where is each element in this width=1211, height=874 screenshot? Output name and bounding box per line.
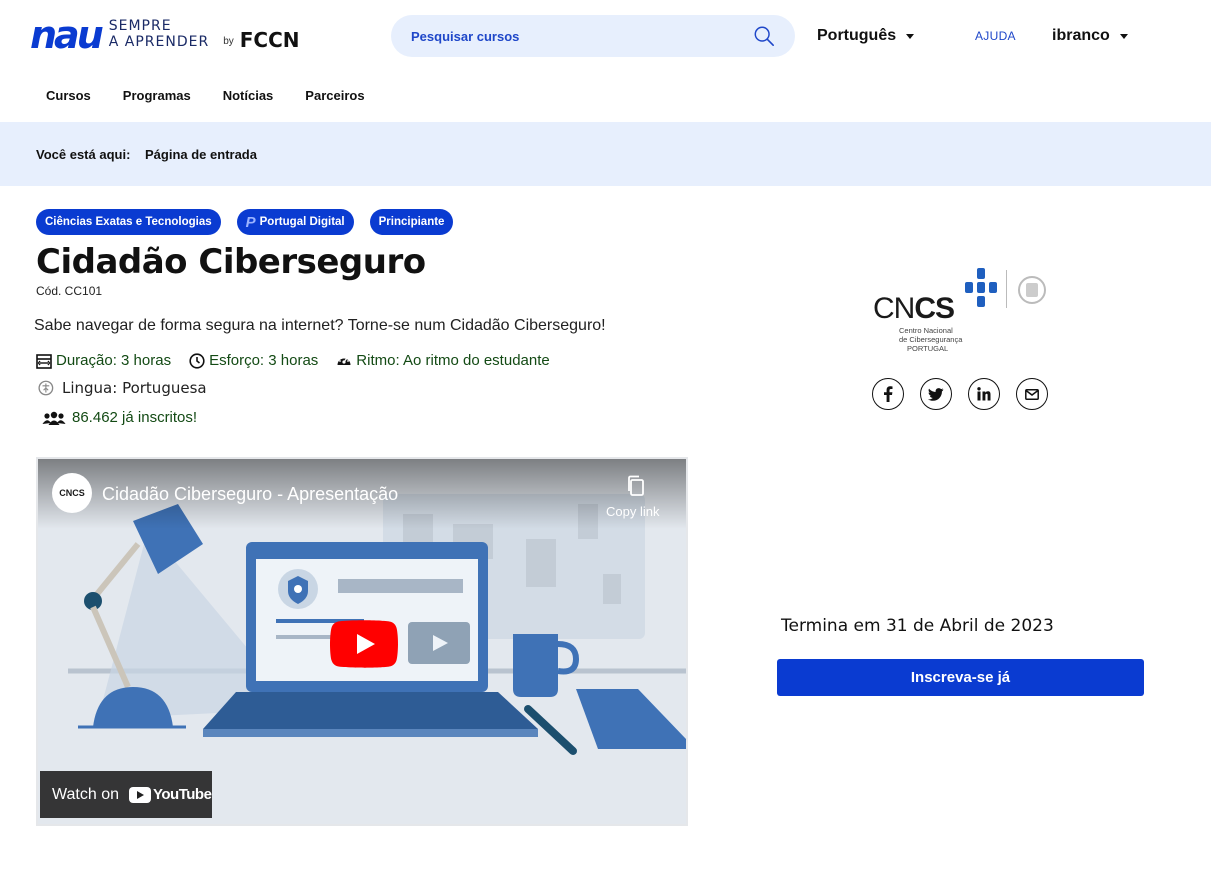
portugal-digital-icon: P xyxy=(245,213,256,231)
tag-label: Principiante xyxy=(378,216,445,228)
tag-category[interactable]: Ciências Exatas e Tecnologias xyxy=(36,209,221,235)
twitter-icon xyxy=(928,387,944,401)
course-code: Cód. CC101 xyxy=(36,284,103,298)
email-share-button[interactable] xyxy=(1016,378,1048,410)
linkedin-share-button[interactable] xyxy=(968,378,1000,410)
main-nav: Cursos Programas Notícias Parceiros xyxy=(30,88,381,103)
organization-acronym: CNCS xyxy=(873,292,955,325)
organization-fullname: Centro Nacional de Cibersegurança PORTUG… xyxy=(899,326,963,353)
course-tags: Ciências Exatas e Tecnologias P Portugal … xyxy=(36,209,454,235)
social-share xyxy=(872,378,1048,410)
tagline-line2: A APRENDER xyxy=(108,34,210,50)
calendar-icon xyxy=(36,353,52,369)
language-selector[interactable]: Português xyxy=(817,27,915,45)
username: ibranco xyxy=(1052,27,1110,44)
pace-info: Ritmo: Ao ritmo do estudante xyxy=(336,352,550,369)
site-logo[interactable]: nau SEMPRE A APRENDER by FCCN xyxy=(30,13,300,57)
youtube-play-icon xyxy=(129,786,151,803)
search-input[interactable] xyxy=(411,27,731,45)
logo-by: by xyxy=(223,36,234,47)
facebook-icon xyxy=(884,386,893,402)
youtube-logo: YouTube xyxy=(129,786,212,803)
pace-text: Ritmo: Ao ritmo do estudante xyxy=(356,352,550,369)
clock-icon xyxy=(189,352,205,369)
play-button-icon[interactable] xyxy=(330,620,398,668)
site-header: nau SEMPRE A APRENDER by FCCN Português … xyxy=(0,0,1211,72)
nau-logo-mark: nau xyxy=(30,13,104,57)
enroll-button[interactable]: Inscreva-se já xyxy=(777,659,1144,696)
breadcrumb: Você está aqui: Página de entrada xyxy=(0,122,1211,186)
nav-item-programas[interactable]: Programas xyxy=(107,88,207,103)
language-label: Português xyxy=(817,27,897,44)
twitter-share-button[interactable] xyxy=(920,378,952,410)
course-title: Cidadão Ciberseguro xyxy=(36,242,426,282)
linkedin-icon xyxy=(977,387,991,401)
breadcrumb-label: Você está aqui: xyxy=(36,147,131,162)
duration-text: Duração: 3 horas xyxy=(56,352,172,369)
translate-icon xyxy=(38,380,54,396)
republic-emblem-icon xyxy=(1018,276,1046,304)
email-icon xyxy=(1025,388,1039,400)
tag-program[interactable]: P Portugal Digital xyxy=(236,209,354,235)
fccn-logo: FCCN xyxy=(239,28,300,52)
tagline-line1: SEMPRE xyxy=(108,18,172,34)
effort-info: Esforço: 3 horas xyxy=(189,352,318,369)
tag-label: Portugal Digital xyxy=(259,216,345,228)
organization-logo: CNCS Centro Nacional de Cibersegurança P… xyxy=(873,266,1053,356)
youtube-wordmark: YouTube xyxy=(153,786,212,803)
enrolled-count: 86.462 já inscritos! xyxy=(72,409,198,426)
users-icon xyxy=(42,411,66,425)
tag-level[interactable]: Principiante xyxy=(369,209,454,235)
logo-tagline: SEMPRE A APRENDER xyxy=(109,18,209,50)
video-title[interactable]: Cidadão Ciberseguro - Apresentação xyxy=(102,484,398,505)
course-end-date: Termina em 31 de Abril de 2023 xyxy=(781,616,1054,636)
speedometer-icon xyxy=(337,356,351,365)
nav-item-parceiros[interactable]: Parceiros xyxy=(289,88,380,103)
chevron-down-icon xyxy=(906,33,915,39)
tag-label: Ciências Exatas e Tecnologias xyxy=(45,216,212,228)
breadcrumb-home-link[interactable]: Página de entrada xyxy=(145,147,257,162)
logo-divider xyxy=(1006,270,1007,308)
chevron-down-icon xyxy=(1119,33,1128,39)
help-link[interactable]: AJUDA xyxy=(975,29,1016,43)
nav-item-noticias[interactable]: Notícias xyxy=(207,88,290,103)
copy-link-label[interactable]: Copy link xyxy=(606,504,659,519)
language-info: Lingua: Portuguesa xyxy=(36,379,207,397)
channel-avatar[interactable]: CNCS xyxy=(52,473,92,513)
enrolled-info: 86.462 já inscritos! xyxy=(42,409,197,426)
course-description: Sabe navegar de forma segura na internet… xyxy=(34,317,606,334)
watch-on-youtube-button[interactable]: Watch on YouTube xyxy=(40,771,212,818)
youtube-video-embed[interactable]: CNCS Cidadão Ciberseguro - Apresentação … xyxy=(36,457,688,826)
course-meta: Duração: 3 horas Esforço: 3 horas Ritmo:… xyxy=(36,352,568,369)
duration-info: Duração: 3 horas xyxy=(36,352,171,369)
effort-text: Esforço: 3 horas xyxy=(209,352,319,369)
nav-item-cursos[interactable]: Cursos xyxy=(30,88,107,103)
user-menu[interactable]: ibranco xyxy=(1052,27,1128,45)
search-bar xyxy=(391,15,795,57)
portugal-shields-icon xyxy=(965,268,997,307)
search-icon[interactable] xyxy=(753,25,775,47)
language-text: Lingua: Portuguesa xyxy=(62,379,207,397)
facebook-share-button[interactable] xyxy=(872,378,904,410)
watch-on-label: Watch on xyxy=(52,785,119,803)
copy-icon[interactable] xyxy=(626,475,646,497)
